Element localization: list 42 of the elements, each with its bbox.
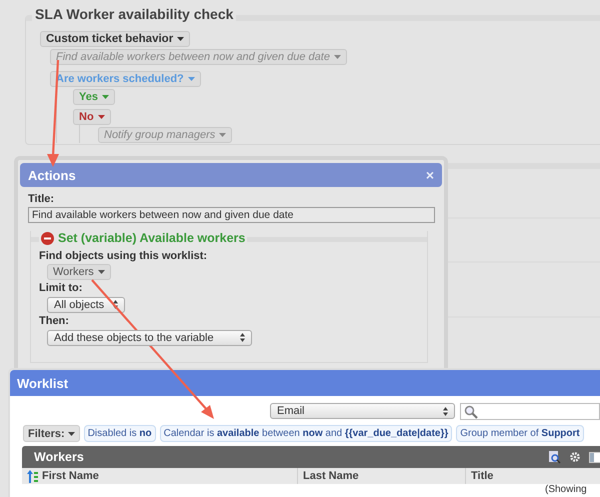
limit-select[interactable]: All objects — [47, 296, 125, 312]
columns-icon[interactable] — [589, 452, 600, 462]
stepper-icon — [113, 300, 118, 309]
column-header[interactable]: Last Name — [298, 468, 466, 484]
stepper-icon — [240, 333, 245, 342]
caret-icon — [98, 270, 105, 274]
caret-icon — [177, 37, 184, 41]
settings-icon[interactable] — [569, 451, 581, 463]
search-icon[interactable] — [549, 450, 561, 464]
then-select[interactable]: Add these objects to the variable — [47, 330, 252, 346]
caret-icon — [98, 115, 105, 119]
filters-button[interactable]: Filters: — [23, 425, 80, 442]
caret-icon — [68, 432, 75, 436]
filter-chip[interactable]: Disabled is no — [84, 425, 156, 442]
title-input[interactable]: Find available workers between now and given due date — [28, 207, 435, 223]
caret-icon — [188, 77, 195, 81]
search-icon — [464, 404, 478, 418]
remove-icon[interactable] — [41, 232, 54, 244]
trigger-dropdown[interactable]: Custom ticket behavior — [40, 31, 190, 47]
stepper-icon — [443, 406, 448, 416]
dialog-title: Actions — [28, 168, 76, 182]
field-label: Title: — [28, 193, 56, 205]
caret-icon — [219, 133, 226, 137]
table-title: Workers — [34, 450, 84, 464]
column-header[interactable]: First Name — [22, 468, 298, 484]
type-select[interactable]: Email — [270, 403, 455, 419]
column-header[interactable]: Title — [466, 468, 600, 484]
field-label: Limit to: — [39, 282, 84, 294]
filter-chip[interactable]: Group member of Support — [456, 425, 584, 442]
caret-icon — [102, 95, 109, 99]
search-field[interactable] — [460, 403, 600, 420]
caret-icon — [334, 55, 341, 59]
window-title: Worklist — [17, 376, 68, 390]
sort-icon — [27, 470, 39, 482]
worklist-dropdown[interactable]: Workers — [47, 264, 111, 280]
branch-dropdown[interactable]: No — [73, 109, 111, 125]
field-label: Then: — [39, 314, 70, 326]
section-title: SLA Worker availability check — [32, 6, 236, 22]
filter-chip[interactable]: Calendar is available between now and {{var_due_date|date}} — [160, 425, 452, 442]
section-title: Set (variable) Available workers — [58, 231, 246, 245]
field-label: Find objects using this worklist: — [39, 250, 208, 262]
table-status: (Showing — [545, 484, 588, 495]
